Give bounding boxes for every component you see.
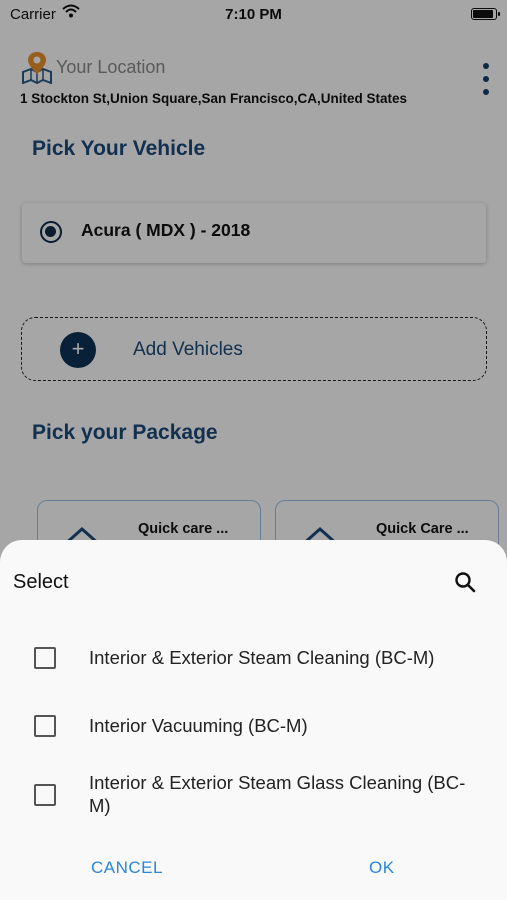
select-bottom-sheet: Select Interior & Exterior Steam Cleanin… [0, 540, 507, 900]
app-screen: Carrier 7:10 PM Your Location 1 Stockton… [0, 0, 507, 900]
option-checkbox[interactable] [34, 647, 56, 669]
option-item[interactable]: Interior & Exterior Steam Glass Cleaning… [0, 771, 507, 819]
ok-button[interactable]: OK [369, 858, 395, 878]
option-label: Interior & Exterior Steam Glass Cleaning… [89, 772, 466, 816]
sheet-title: Select [13, 571, 69, 593]
option-item[interactable]: Interior & Exterior Steam Cleaning (BC-M… [0, 646, 507, 670]
option-label: Interior Vacuuming (BC-M) [89, 715, 308, 736]
option-checkbox[interactable] [34, 784, 56, 806]
option-label: Interior & Exterior Steam Cleaning (BC-M… [89, 647, 435, 668]
search-icon[interactable] [453, 570, 477, 594]
cancel-button[interactable]: CANCEL [91, 858, 163, 878]
option-checkbox[interactable] [34, 715, 56, 737]
option-item[interactable]: Interior Vacuuming (BC-M) [0, 714, 507, 738]
